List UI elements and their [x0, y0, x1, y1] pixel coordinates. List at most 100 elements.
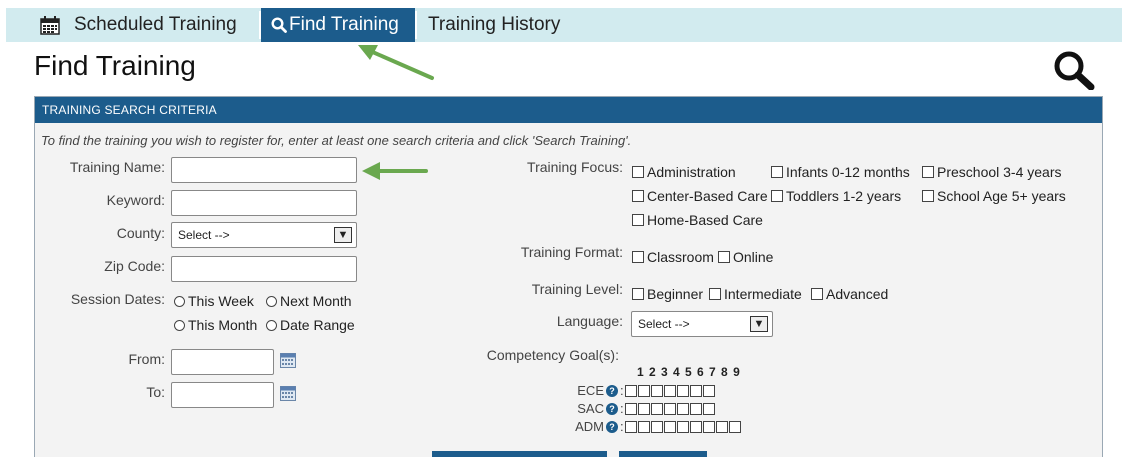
to-date-input[interactable] [171, 382, 274, 408]
competency-checkbox[interactable] [637, 420, 650, 433]
competency-checkbox[interactable] [663, 384, 676, 397]
radio-circle [266, 295, 277, 307]
panel-header: TRAINING SEARCH CRITERIA [35, 97, 1102, 123]
competency-checkbox[interactable] [624, 420, 637, 433]
checkbox-label: School Age 5+ years [937, 188, 1066, 204]
checkbox-label: Beginner [647, 286, 704, 302]
zip-code-label: Zip Code: [104, 258, 165, 274]
language-select[interactable]: Select --> ▼ [631, 311, 773, 337]
competency-checkbox[interactable] [676, 384, 689, 397]
competency-row-label: ADM [575, 419, 604, 434]
competency-checkbox[interactable] [715, 420, 728, 433]
competency-checkbox[interactable] [624, 384, 637, 397]
checkbox-box [632, 166, 644, 178]
nav-divider [415, 11, 417, 39]
focus-toddlers-checkbox[interactable]: Toddlers 1-2 years [771, 188, 901, 204]
focus-administration-checkbox[interactable]: Administration [632, 164, 736, 180]
competency-checkbox[interactable] [702, 402, 715, 415]
language-label: Language: [556, 313, 623, 329]
radio-label: This Week [188, 293, 254, 309]
checkbox-label: Online [733, 249, 774, 265]
competency-row-sac: SAC ?: [570, 401, 716, 416]
from-date-input[interactable] [171, 349, 274, 375]
competency-checkbox[interactable] [702, 384, 715, 397]
help-icon[interactable]: ? [606, 402, 618, 415]
competency-checkbox[interactable] [689, 384, 702, 397]
nav-history-label: Training History [428, 14, 561, 35]
nav-find-training[interactable]: Find Training [261, 8, 415, 42]
competency-checkbox[interactable] [689, 402, 702, 415]
keyword-label: Keyword: [106, 192, 165, 208]
help-icon[interactable]: ? [606, 384, 618, 397]
chevron-down-icon: ▼ [750, 316, 768, 332]
competency-goals-label: Competency Goal(s): [486, 347, 619, 363]
training-name-input[interactable] [171, 157, 357, 183]
focus-home-based-checkbox[interactable]: Home-Based Care [632, 212, 763, 228]
competency-checkbox[interactable] [637, 402, 650, 415]
nav-scheduled-training[interactable]: Scheduled Training [40, 8, 237, 42]
checkbox-box [632, 214, 644, 226]
county-label: County: [116, 225, 165, 241]
chevron-down-icon: ▼ [334, 227, 352, 243]
instructions-text: To find the training you wish to registe… [41, 133, 632, 148]
competency-row-ece: ECE ?: [570, 383, 716, 398]
competency-checkbox[interactable] [663, 420, 676, 433]
competency-checkbox[interactable] [650, 384, 663, 397]
level-intermediate-checkbox[interactable]: Intermediate [709, 286, 802, 302]
checkbox-box [718, 251, 730, 263]
keyword-input[interactable] [171, 190, 357, 216]
calendar-icon[interactable] [280, 353, 296, 368]
county-select[interactable]: Select --> ▼ [171, 222, 357, 248]
training-format-label: Training Format: [520, 244, 623, 260]
competency-row-label: ECE [577, 383, 604, 398]
competency-checkbox[interactable] [728, 420, 741, 433]
focus-infants-checkbox[interactable]: Infants 0-12 months [771, 164, 910, 180]
competency-checkbox[interactable] [689, 420, 702, 433]
search-icon [271, 17, 287, 33]
nav-scheduled-label: Scheduled Training [74, 14, 237, 35]
help-icon[interactable]: ? [606, 420, 618, 433]
competency-checkbox[interactable] [637, 384, 650, 397]
colon: : [620, 401, 624, 416]
radio-date-range[interactable]: Date Range [266, 317, 355, 333]
radio-this-month[interactable]: This Month [174, 317, 257, 333]
page-title: Find Training [34, 50, 196, 81]
competency-checkbox[interactable] [650, 402, 663, 415]
search-icon[interactable] [1052, 50, 1096, 90]
search-training-button[interactable] [432, 451, 607, 457]
competency-checkbox[interactable] [702, 420, 715, 433]
competency-checkbox[interactable] [624, 402, 637, 415]
focus-preschool-checkbox[interactable]: Preschool 3-4 years [922, 164, 1062, 180]
level-advanced-checkbox[interactable]: Advanced [811, 286, 888, 302]
radio-circle [174, 295, 185, 307]
checkbox-box [632, 190, 644, 202]
from-label: From: [128, 351, 165, 367]
training-name-label: Training Name: [69, 159, 165, 175]
radio-this-week[interactable]: This Week [174, 293, 254, 309]
colon: : [620, 419, 624, 434]
format-online-checkbox[interactable]: Online [718, 249, 773, 265]
nav-training-history[interactable]: Training History [428, 8, 560, 42]
to-label: To: [146, 384, 165, 400]
competency-numbers: 1 2 3 4 5 6 7 8 9 [637, 365, 740, 379]
competency-checkbox[interactable] [663, 402, 676, 415]
checkbox-box [922, 166, 934, 178]
format-classroom-checkbox[interactable]: Classroom [632, 249, 714, 265]
checkbox-label: Infants 0-12 months [786, 164, 910, 180]
level-beginner-checkbox[interactable]: Beginner [632, 286, 703, 302]
arrow-icon [362, 162, 428, 180]
competency-checkbox[interactable] [650, 420, 663, 433]
competency-checkbox[interactable] [676, 402, 689, 415]
focus-school-age-checkbox[interactable]: School Age 5+ years [922, 188, 1066, 204]
calendar-icon[interactable] [280, 386, 296, 401]
top-nav: Scheduled Training Find Training Trainin… [6, 8, 1122, 42]
competency-checkbox[interactable] [676, 420, 689, 433]
clear-button[interactable] [619, 451, 707, 457]
training-focus-label: Training Focus: [527, 159, 623, 175]
radio-next-month[interactable]: Next Month [266, 293, 352, 309]
zip-code-input[interactable] [171, 256, 357, 282]
checkbox-box [922, 190, 934, 202]
calendar-icon [40, 15, 60, 35]
arrow-icon [358, 45, 434, 80]
focus-center-based-checkbox[interactable]: Center-Based Care [632, 188, 768, 204]
